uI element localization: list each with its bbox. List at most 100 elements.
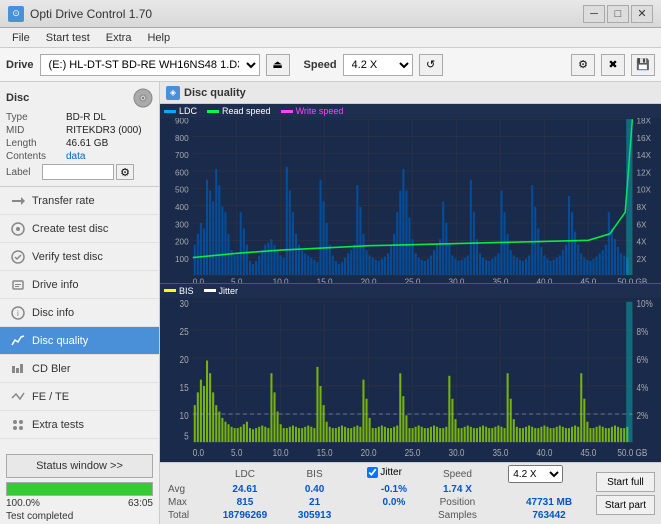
svg-text:15.0: 15.0 [317, 447, 333, 458]
sidebar: Disc Type BD-R DL MID RITEKDR3 (000) Le [0, 82, 160, 524]
avg-speed: 1.74 X [423, 483, 493, 496]
menu-help[interactable]: Help [139, 30, 178, 46]
speed-label: Speed [304, 59, 337, 71]
svg-text:45.0: 45.0 [580, 276, 596, 282]
refresh-button[interactable]: ↺ [419, 54, 443, 76]
jitter-check-cell: Jitter [365, 465, 422, 483]
speed-select[interactable]: 4.2 X [343, 54, 413, 76]
menu-file[interactable]: File [4, 30, 38, 46]
chart-title: Disc quality [184, 87, 246, 99]
progress-bar [7, 483, 152, 495]
eject-button[interactable]: ⏏ [266, 54, 290, 76]
max-bis: 21 [284, 496, 345, 509]
drive-select[interactable]: (E:) HL-DT-ST BD-RE WH16NS48 1.D3 [40, 54, 260, 76]
legend-read-speed: Read speed [207, 106, 271, 116]
status-window-button[interactable]: Status window >> [6, 454, 153, 478]
svg-text:40.0: 40.0 [536, 447, 552, 458]
svg-text:30.0: 30.0 [449, 276, 465, 282]
sidebar-item-drive-info[interactable]: Drive info [0, 271, 159, 299]
disc-label-input[interactable] [42, 164, 114, 180]
erase-button[interactable]: ✖ [601, 54, 625, 76]
start-part-button[interactable]: Start part [596, 495, 655, 515]
lower-chart: BIS Jitter [160, 284, 661, 463]
jitter-checkbox[interactable] [367, 467, 378, 478]
svg-text:40.0: 40.0 [536, 276, 552, 282]
avg-jitter: -0.1% [365, 483, 422, 496]
sidebar-bottom: Status window >> 100.0% 63:05 Test compl… [0, 450, 159, 524]
max-label: Max [166, 496, 206, 509]
fe-te-icon [10, 389, 26, 405]
nav-label-drive-info: Drive info [32, 279, 78, 291]
disc-quality-icon [10, 333, 26, 349]
sidebar-item-disc-quality[interactable]: Disc quality [0, 327, 159, 355]
transfer-rate-icon [10, 193, 26, 209]
svg-text:45.0: 45.0 [580, 447, 596, 458]
title-bar-left: ⊙ Opti Drive Control 1.70 [8, 6, 152, 22]
svg-text:5.0: 5.0 [231, 276, 243, 282]
svg-text:20.0: 20.0 [361, 276, 377, 282]
nav-label-extra-tests: Extra tests [32, 419, 84, 431]
menu-start-test[interactable]: Start test [38, 30, 98, 46]
svg-text:35.0: 35.0 [493, 276, 509, 282]
maximize-button[interactable]: □ [607, 5, 629, 23]
sidebar-item-extra-tests[interactable]: Extra tests [0, 411, 159, 439]
svg-text:10.0: 10.0 [273, 447, 289, 458]
app-icon: ⊙ [8, 6, 24, 22]
svg-text:200: 200 [175, 236, 189, 246]
svg-text:5.0: 5.0 [231, 447, 242, 458]
svg-text:16X: 16X [636, 133, 651, 143]
speed-unit-select[interactable]: 4.2 X [508, 465, 563, 483]
sidebar-item-fe-te[interactable]: FE / TE [0, 383, 159, 411]
svg-text:30.0: 30.0 [449, 447, 465, 458]
sidebar-item-create-test-disc[interactable]: Create test disc [0, 215, 159, 243]
svg-text:50.0 GB: 50.0 GB [617, 447, 647, 458]
length-label: Length [6, 138, 66, 149]
position-value: 47731 MB [508, 496, 590, 509]
svg-text:5: 5 [184, 430, 189, 441]
mid-label: MID [6, 125, 66, 136]
disc-info-icon: i [10, 305, 26, 321]
verify-test-disc-icon [10, 249, 26, 265]
save-button[interactable]: 💾 [631, 54, 655, 76]
sidebar-item-transfer-rate[interactable]: Transfer rate [0, 187, 159, 215]
disc-label-button[interactable]: ⚙ [116, 164, 134, 180]
nav-items: Transfer rate Create test disc Verify te… [0, 187, 159, 450]
nav-label-verify-test-disc: Verify test disc [32, 251, 103, 263]
sidebar-item-disc-info[interactable]: i Disc info [0, 299, 159, 327]
stats-table: LDC BIS Jitter Speed 4.2 X [166, 465, 590, 522]
contents-value: data [66, 151, 85, 162]
contents-label: Contents [6, 151, 66, 162]
legend-write-speed: Write speed [281, 106, 344, 116]
mid-value: RITEKDR3 (000) [66, 125, 142, 136]
menu-bar: File Start test Extra Help [0, 28, 661, 48]
avg-label: Avg [166, 483, 206, 496]
elapsed-time: 63:05 [128, 498, 153, 509]
nav-label-cd-bler: CD Bler [32, 363, 71, 375]
disc-section: Disc Type BD-R DL MID RITEKDR3 (000) Le [0, 82, 159, 187]
sidebar-item-cd-bler[interactable]: CD Bler [0, 355, 159, 383]
jitter-label: Jitter [380, 467, 402, 478]
col-bis-header: BIS [284, 465, 345, 483]
stats-buttons: Start full Start part [590, 465, 655, 522]
max-ldc: 815 [206, 496, 284, 509]
extra-tests-icon [10, 417, 26, 433]
menu-extra[interactable]: Extra [98, 30, 140, 46]
charts-container: LDC Read speed Write speed [160, 104, 661, 462]
length-value: 46.61 GB [66, 138, 108, 149]
sidebar-item-verify-test-disc[interactable]: Verify test disc [0, 243, 159, 271]
drive-info-icon [10, 277, 26, 293]
start-full-button[interactable]: Start full [596, 472, 655, 492]
settings-button[interactable]: ⚙ [571, 54, 595, 76]
nav-label-fe-te: FE / TE [32, 391, 69, 403]
cd-bler-icon [10, 361, 26, 377]
svg-text:30: 30 [180, 298, 189, 309]
svg-text:12X: 12X [636, 167, 651, 177]
close-button[interactable]: ✕ [631, 5, 653, 23]
app-title: Opti Drive Control 1.70 [30, 7, 152, 21]
position-label: Position [423, 496, 493, 509]
max-jitter: 0.0% [365, 496, 422, 509]
svg-text:6%: 6% [636, 354, 648, 365]
progress-text: 100.0% 63:05 [0, 498, 159, 509]
minimize-button[interactable]: ─ [583, 5, 605, 23]
svg-text:2X: 2X [636, 254, 646, 264]
